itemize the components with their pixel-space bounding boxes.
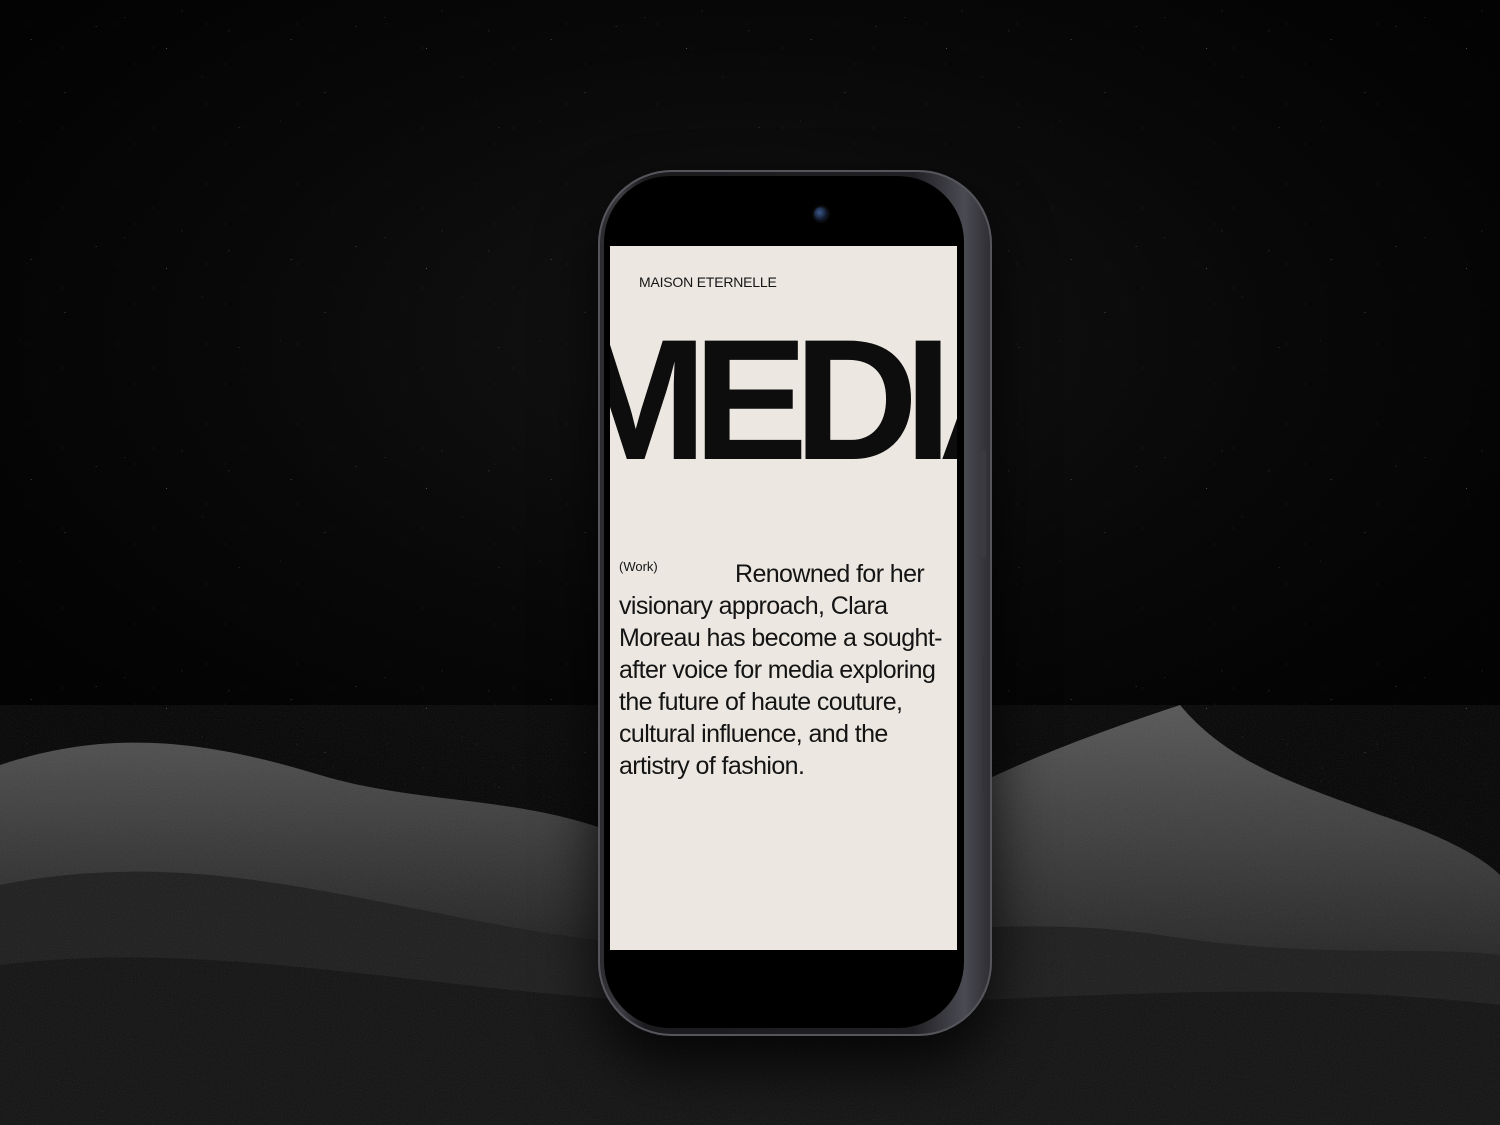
- front-camera-icon: [814, 207, 828, 221]
- phone-side-button: [980, 450, 986, 558]
- brand-logo-text[interactable]: MAISON ETERNELLE: [639, 274, 777, 290]
- section-body-text: Renowned for her visionary approach, Cla…: [619, 560, 942, 780]
- hero-headline: MEDIA/: [610, 304, 957, 496]
- mockup-scene: MAISON ETERNELLE MEDIA/ (Work) Renowned …: [0, 0, 1500, 1125]
- phone-side-button-lower: [982, 655, 987, 795]
- phone-screen: MAISON ETERNELLE MEDIA/ (Work) Renowned …: [610, 246, 957, 950]
